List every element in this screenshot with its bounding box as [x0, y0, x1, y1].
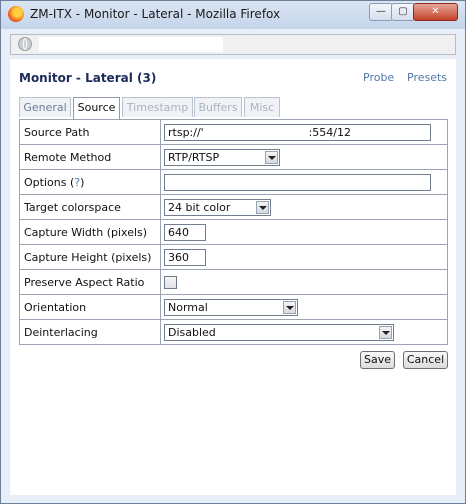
orientation-cell: Normal — [160, 294, 448, 320]
probe-link[interactable]: Probe — [363, 71, 394, 84]
url-input[interactable] — [39, 37, 223, 52]
tab-general[interactable]: General — [19, 97, 71, 117]
title-bar: ZM-ITX - Monitor - Lateral - Mozilla Fir… — [1, 1, 465, 29]
url-bar — [10, 34, 456, 55]
deinterlacing-cell: Disabled — [160, 319, 448, 345]
tab-buffers[interactable]: Buffers — [194, 97, 242, 117]
options-cell — [160, 169, 448, 195]
window-title: ZM-ITX - Monitor - Lateral - Mozilla Fir… — [30, 7, 281, 21]
cancel-button[interactable]: Cancel — [403, 351, 448, 369]
remote-method-value: RTP/RTSP — [168, 150, 220, 164]
form-row: Remote Method RTP/RTSP — [19, 144, 448, 170]
tab-source[interactable]: Source — [73, 97, 120, 119]
form-row: Orientation Normal — [19, 294, 448, 320]
options-label-text: Options ( — [24, 175, 75, 189]
capture-width-label: Capture Width (pixels) — [19, 219, 161, 245]
options-label-close: ) — [80, 175, 85, 189]
form-row: Capture Width (pixels) 640 — [19, 219, 448, 245]
firefox-icon — [8, 6, 24, 22]
capture-height-label: Capture Height (pixels) — [19, 244, 161, 270]
chevron-down-icon — [265, 150, 278, 164]
orientation-label: Orientation — [19, 294, 161, 320]
source-path-label: Source Path — [19, 119, 161, 145]
maximize-button[interactable]: ▢ — [391, 3, 415, 21]
deinterlacing-label: Deinterlacing — [19, 319, 161, 345]
presets-link[interactable]: Presets — [407, 71, 447, 84]
form-row: Source Path rtsp://' :554/12 — [19, 119, 448, 145]
options-input[interactable] — [164, 173, 431, 191]
form-row: Preserve Aspect Ratio — [19, 269, 448, 295]
capture-height-input[interactable]: 360 — [164, 248, 206, 266]
chevron-down-icon — [283, 300, 296, 314]
remote-method-label: Remote Method — [19, 144, 161, 170]
minimize-button[interactable]: — — [369, 3, 393, 21]
orientation-select[interactable]: Normal — [164, 298, 298, 316]
preserve-aspect-checkbox[interactable] — [164, 275, 177, 289]
globe-icon — [18, 37, 32, 51]
capture-height-cell: 360 — [160, 244, 448, 270]
source-path-input[interactable]: rtsp://' :554/12 — [164, 123, 431, 141]
form-row: Options (?) — [19, 169, 448, 195]
page-content: Monitor - Lateral (3) Probe Presets Gene… — [10, 59, 456, 495]
capture-width-input[interactable]: 640 — [164, 223, 206, 241]
source-form: Source Path rtsp://' :554/12 Remote Meth… — [19, 119, 448, 345]
target-colorspace-select[interactable]: 24 bit color — [164, 198, 271, 216]
remote-method-select[interactable]: RTP/RTSP — [164, 148, 280, 166]
preserve-aspect-label: Preserve Aspect Ratio — [19, 269, 161, 295]
capture-width-cell: 640 — [160, 219, 448, 245]
save-button[interactable]: Save — [360, 351, 395, 369]
form-row: Capture Height (pixels) 360 — [19, 244, 448, 270]
tab-misc[interactable]: Misc — [244, 97, 280, 117]
source-path-cell: rtsp://' :554/12 — [160, 119, 448, 145]
chevron-down-icon — [379, 325, 392, 339]
target-colorspace-label: Target colorspace — [19, 194, 161, 220]
page-title: Monitor - Lateral (3) — [19, 71, 157, 85]
remote-method-cell: RTP/RTSP — [160, 144, 448, 170]
chevron-down-icon — [256, 200, 269, 214]
form-row: Deinterlacing Disabled — [19, 319, 448, 345]
orientation-value: Normal — [168, 300, 208, 314]
deinterlacing-select[interactable]: Disabled — [164, 323, 394, 341]
browser-window: ZM-ITX - Monitor - Lateral - Mozilla Fir… — [0, 0, 466, 504]
close-button[interactable]: ✕ — [413, 3, 458, 21]
tab-timestamp[interactable]: Timestamp — [122, 97, 193, 117]
form-row: Target colorspace 24 bit color — [19, 194, 448, 220]
preserve-aspect-cell — [160, 269, 448, 295]
target-colorspace-value: 24 bit color — [168, 200, 231, 214]
deinterlacing-value: Disabled — [168, 325, 216, 339]
target-colorspace-cell: 24 bit color — [160, 194, 448, 220]
options-label: Options (?) — [19, 169, 161, 195]
